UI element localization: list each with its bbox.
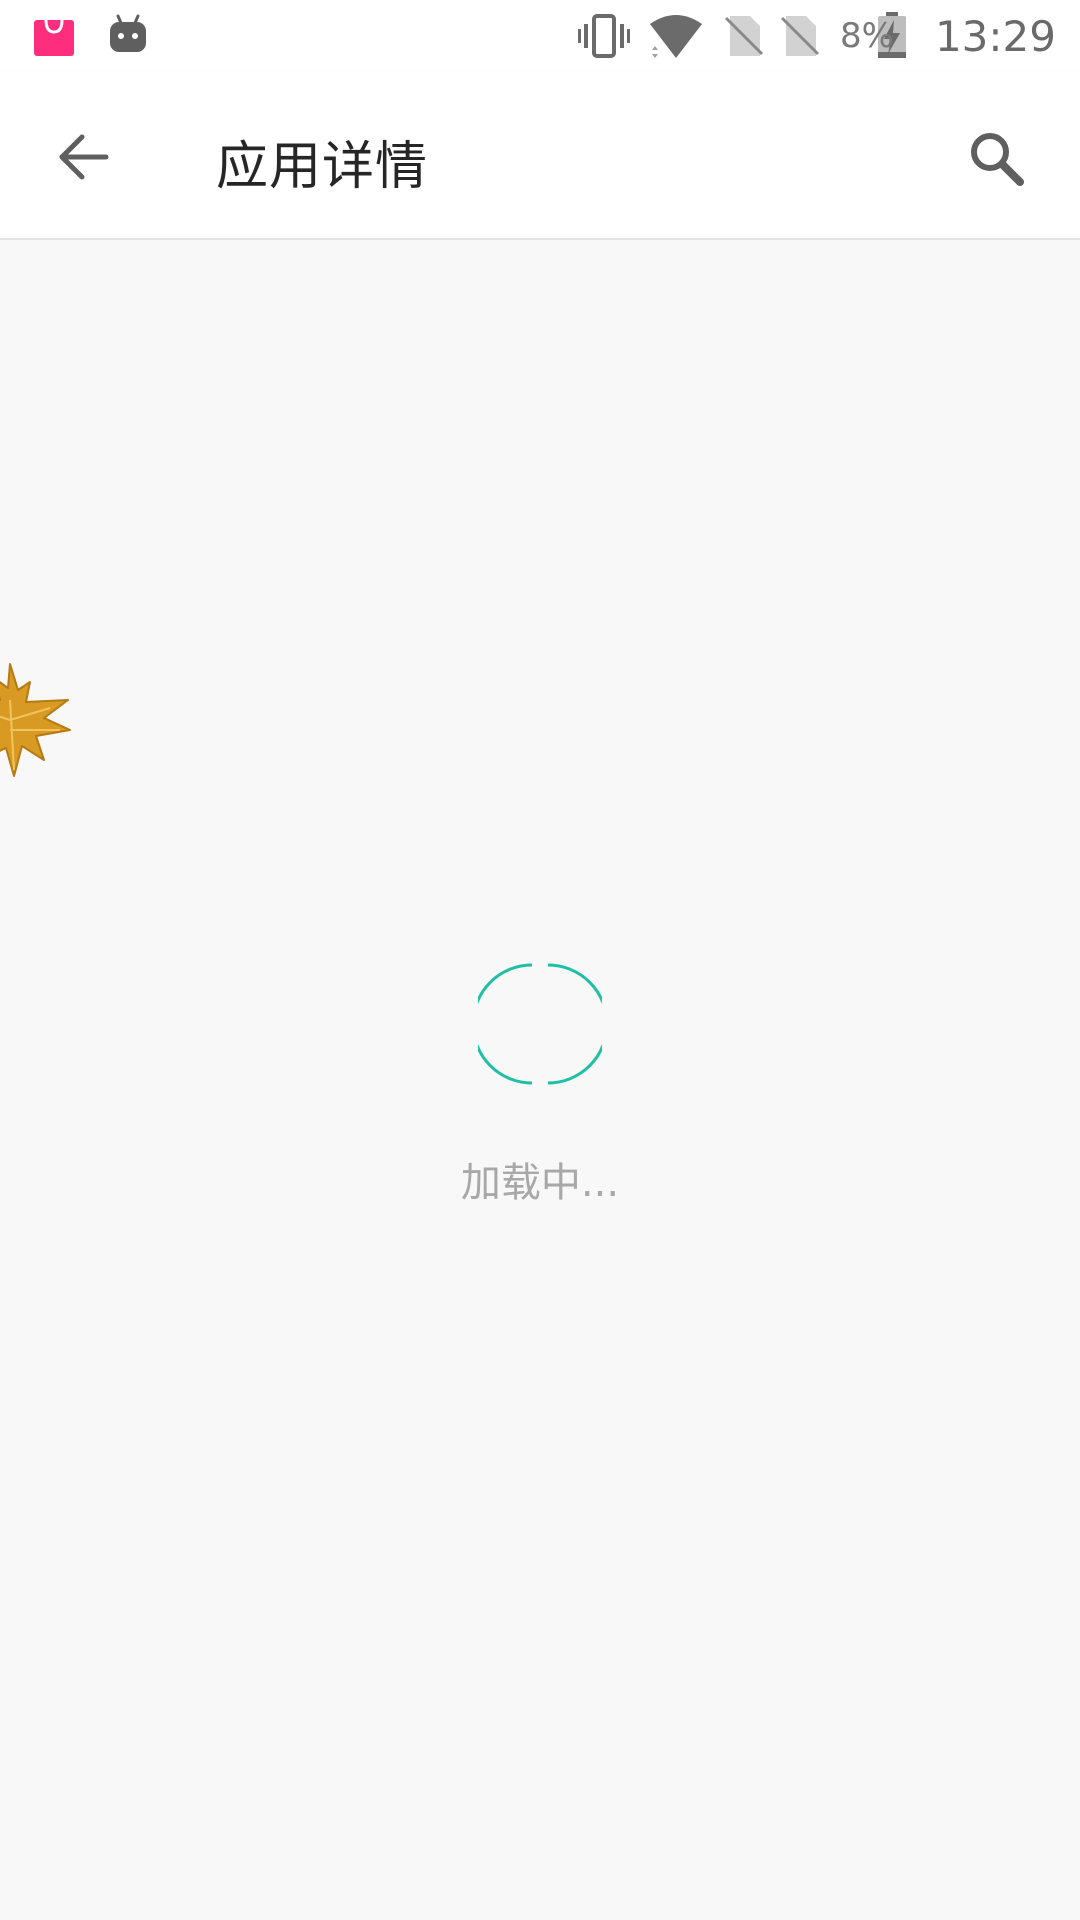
status-bar: 8% 13:29 <box>0 0 1080 72</box>
shopping-bag-icon <box>34 19 74 56</box>
status-clock: 13:29 <box>934 12 1056 61</box>
no-sim-icon <box>724 16 764 56</box>
vibrate-icon <box>578 14 630 58</box>
loading-text: 加载中... <box>460 1160 620 1206</box>
battery-percentage: 8% <box>840 16 894 56</box>
android-icon <box>110 14 146 52</box>
search-button[interactable] <box>956 118 1036 198</box>
app-bar: 应用详情 <box>0 72 1080 240</box>
no-sim-icon <box>780 16 820 56</box>
back-button[interactable] <box>44 118 122 196</box>
wifi-icon <box>650 15 702 58</box>
loading-spinner <box>478 963 602 1085</box>
arrow-back-icon <box>59 134 109 180</box>
page-title: 应用详情 <box>216 137 429 197</box>
content-area: 加载中... <box>0 240 1080 1920</box>
search-icon <box>971 133 1024 186</box>
maple-leaf-icon <box>0 663 71 777</box>
